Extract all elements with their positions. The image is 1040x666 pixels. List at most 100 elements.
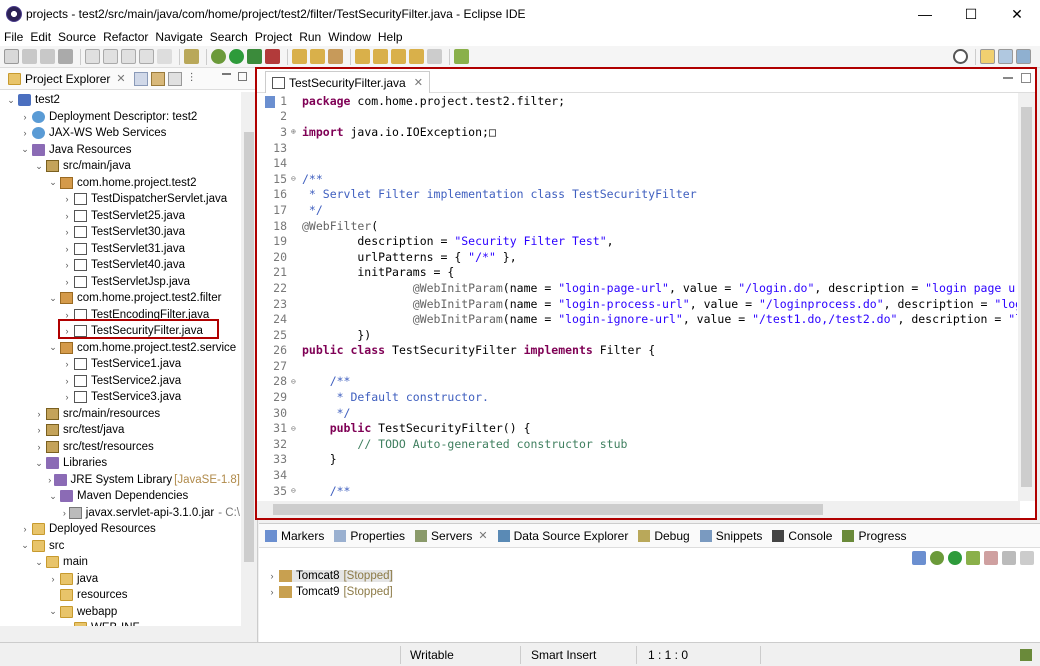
code-line[interactable]: 23 @WebInitParam(name = "login-process-u… — [257, 296, 1017, 312]
scrollbar-thumb[interactable] — [1021, 107, 1032, 487]
debug-icon[interactable] — [211, 49, 226, 64]
next-annotation-icon[interactable] — [355, 49, 370, 64]
toggle-mark-icon[interactable] — [85, 49, 100, 64]
previous-annotation-icon[interactable] — [373, 49, 388, 64]
tree-item[interactable]: › Deployment Descriptor: test2 — [0, 109, 240, 126]
back-icon[interactable] — [409, 49, 424, 64]
scrollbar-thumb[interactable] — [273, 504, 823, 515]
tree-item[interactable]: › TestServlet25.java — [0, 208, 240, 225]
chevron-right-icon[interactable]: › — [62, 260, 72, 270]
last-edit-location-icon[interactable] — [391, 49, 406, 64]
chevron-right-icon[interactable]: › — [48, 574, 58, 584]
view-menu-icon[interactable]: ⋮ — [185, 72, 199, 86]
chevron-down-icon[interactable]: ⌄ — [6, 95, 16, 106]
maximize-view-icon[interactable] — [238, 72, 247, 81]
chevron-right-icon[interactable]: › — [20, 524, 30, 534]
new-icon[interactable] — [4, 49, 19, 64]
tab-snippets[interactable]: Snippets — [699, 529, 762, 543]
search-tool-icon[interactable] — [328, 49, 343, 64]
tree-item[interactable]: › TestServlet30.java — [0, 224, 240, 241]
tab-project-explorer[interactable]: Project Explorer ✕ — [4, 68, 130, 90]
chevron-down-icon[interactable]: ⌄ — [48, 177, 58, 188]
chevron-right-icon[interactable]: › — [62, 211, 72, 221]
tree-item[interactable]: ⌄ Maven Dependencies — [0, 488, 240, 505]
code-line[interactable]: 27 — [257, 358, 1017, 374]
fold-toggle-icon[interactable]: ⊖ — [291, 424, 299, 433]
chevron-down-icon[interactable]: ⌄ — [48, 606, 58, 617]
fold-toggle-icon[interactable]: ⊖ — [291, 486, 299, 495]
code-line[interactable]: 3 ⊕ import java.io.IOException;□ — [257, 124, 1017, 140]
tree-horizontal-scrollbar[interactable] — [0, 626, 241, 642]
code-line[interactable]: 15 ⊖/** — [257, 171, 1017, 187]
code-line[interactable]: 29 * Default constructor. — [257, 389, 1017, 405]
search-icon[interactable] — [953, 49, 968, 64]
code-line[interactable]: 33 } — [257, 452, 1017, 468]
chevron-right-icon[interactable]: › — [267, 571, 277, 581]
tree-item[interactable]: ⌄ src/main/java — [0, 158, 240, 175]
chevron-right-icon[interactable]: › — [62, 508, 67, 518]
code-line[interactable]: 1 package com.home.project.test2.filter; — [257, 93, 1017, 109]
collapse-all-icon[interactable] — [133, 71, 148, 86]
maximize-button[interactable]: ☐ — [948, 0, 994, 28]
menu-source[interactable]: Source — [58, 30, 96, 44]
code-line[interactable]: 26 public class TestSecurityFilter implem… — [257, 343, 1017, 359]
tab-progress[interactable]: Progress — [842, 529, 906, 543]
forward-icon[interactable] — [427, 49, 442, 64]
tree-item[interactable]: ⌄ webapp — [0, 604, 240, 621]
menu-file[interactable]: File — [4, 30, 23, 44]
fold-toggle-icon[interactable]: ⊕ — [291, 127, 299, 136]
close-icon[interactable]: ✕ — [414, 76, 423, 89]
editor-vertical-scrollbar[interactable] — [1018, 93, 1035, 501]
code-line[interactable]: 19 description = "Security Filter Test", — [257, 233, 1017, 249]
view-menu-icon[interactable] — [1020, 551, 1034, 565]
code-line[interactable]: 20 urlPatterns = { "/*" }, — [257, 249, 1017, 265]
tab-properties[interactable]: Properties — [334, 529, 405, 543]
close-icon[interactable]: ✕ — [478, 529, 487, 542]
open-type-icon[interactable] — [310, 49, 325, 64]
code-line[interactable]: 24 @WebInitParam(name = "login-ignore-ur… — [257, 311, 1017, 327]
pilcrow-icon[interactable] — [157, 49, 172, 64]
tree-item[interactable]: ⌄ com.home.project.test2.filter — [0, 290, 240, 307]
save-icon[interactable] — [22, 49, 37, 64]
tree-item[interactable]: › TestServlet40.java — [0, 257, 240, 274]
chevron-right-icon[interactable]: › — [62, 244, 72, 254]
chevron-right-icon[interactable]: › — [20, 112, 30, 122]
tab-data-source-explorer[interactable]: Data Source Explorer — [497, 529, 628, 543]
server-item[interactable]: › Tomcat9 [Stopped] — [259, 584, 1040, 600]
code-line[interactable]: 31 ⊖ public TestSecurityFilter() { — [257, 420, 1017, 436]
tree-item[interactable]: ⌄ test2 — [0, 92, 240, 109]
chevron-right-icon[interactable]: › — [48, 475, 52, 485]
close-button[interactable]: ✕ — [994, 0, 1040, 28]
tree-item[interactable]: › javax.servlet-api-3.1.0.jar - C:\ — [0, 505, 240, 522]
code-line[interactable]: 22 @WebInitParam(name = "login-page-url"… — [257, 280, 1017, 296]
tree-item[interactable]: › JRE System Library [JavaSE-1.8] — [0, 472, 240, 489]
chevron-down-icon[interactable]: ⌄ — [48, 293, 58, 304]
chevron-right-icon[interactable]: › — [62, 392, 72, 402]
chevron-right-icon[interactable]: › — [34, 425, 44, 435]
menu-window[interactable]: Window — [328, 30, 371, 44]
tree-item[interactable]: › TestService3.java — [0, 389, 240, 406]
tree-item[interactable]: ⌄ com.home.project.test2.service — [0, 340, 240, 357]
tab-servers[interactable]: Servers ✕ — [415, 529, 488, 543]
minimize-editor-icon[interactable] — [1003, 77, 1013, 79]
maximize-editor-icon[interactable] — [1021, 73, 1031, 83]
tab-console[interactable]: Console — [772, 529, 832, 543]
code-line[interactable]: 18 @WebFilter( — [257, 218, 1017, 234]
tab-markers[interactable]: Markers — [265, 529, 324, 543]
chevron-down-icon[interactable]: ⌄ — [34, 557, 44, 568]
tree-item[interactable]: › Deployed Resources — [0, 521, 240, 538]
skip-breakpoints-icon[interactable] — [184, 49, 199, 64]
new-java-package-icon[interactable] — [292, 49, 307, 64]
server-item[interactable]: › Tomcat8 [Stopped] — [259, 568, 1040, 584]
code-line[interactable]: 34 — [257, 467, 1017, 483]
minimize-button[interactable]: — — [902, 0, 948, 28]
chevron-down-icon[interactable]: ⌄ — [20, 540, 30, 551]
tree-item[interactable]: › src/test/resources — [0, 439, 240, 456]
code-line[interactable]: 14 — [257, 155, 1017, 171]
tree-item[interactable]: ⌄ com.home.project.test2 — [0, 175, 240, 192]
chevron-down-icon[interactable]: ⌄ — [34, 458, 44, 469]
coverage-icon[interactable] — [247, 49, 262, 64]
link-with-editor-icon[interactable] — [150, 71, 165, 86]
tree-item[interactable]: › TestService1.java — [0, 356, 240, 373]
tab-debug[interactable]: Debug — [638, 529, 690, 543]
